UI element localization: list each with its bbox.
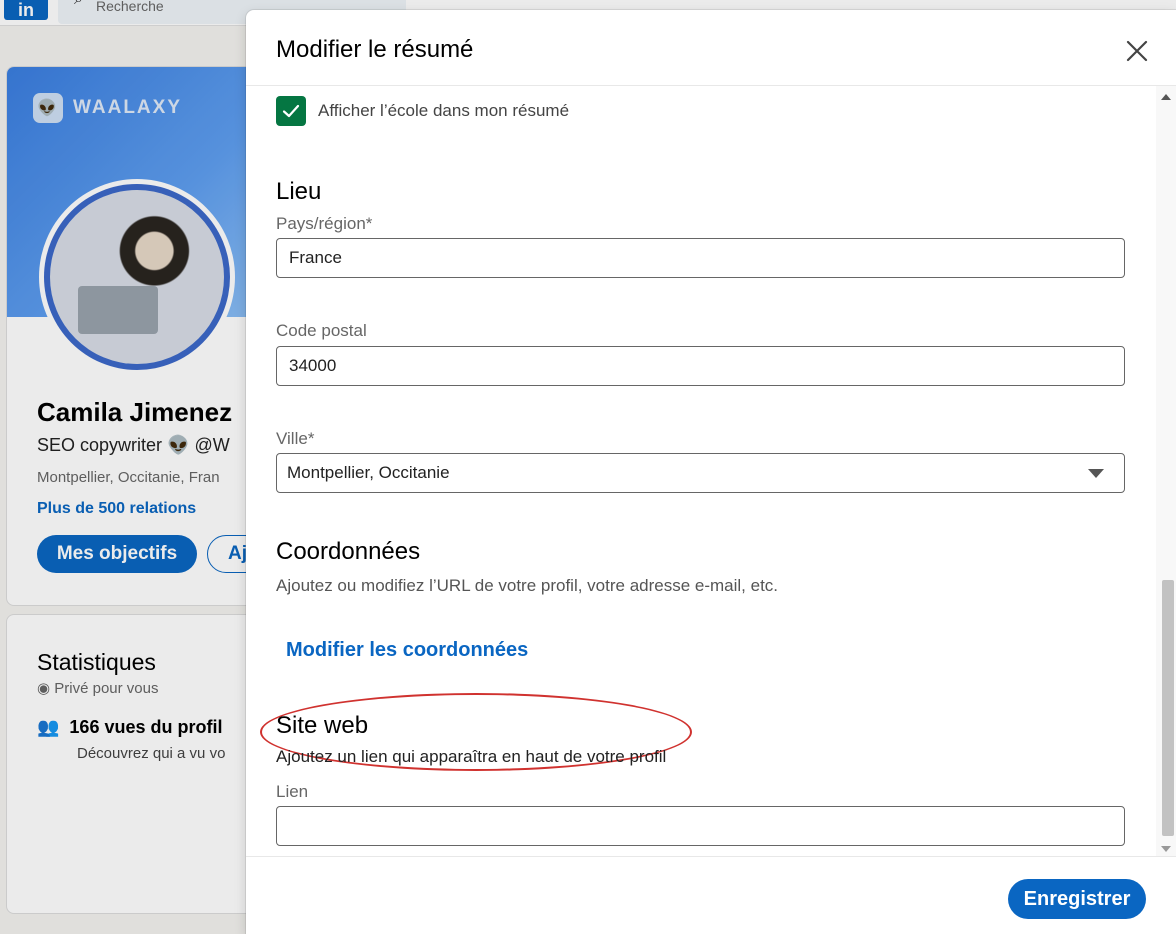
edit-summary-modal: Modifier le résumé Afficher l’école dans… (246, 10, 1176, 934)
close-button[interactable] (1120, 34, 1154, 68)
edit-contact-info-link[interactable]: Modifier les coordonnées (286, 639, 528, 662)
close-icon (1126, 40, 1148, 62)
checkmark-icon (282, 104, 300, 118)
city-label: Ville* (276, 429, 315, 448)
postal-code-label: Code postal (276, 321, 367, 340)
website-link-input[interactable] (276, 806, 1125, 846)
city-select[interactable]: Montpellier, Occitanie (276, 453, 1125, 493)
modal-title: Modifier le résumé (276, 36, 474, 63)
postal-code-input[interactable] (276, 346, 1125, 386)
modal-body: Afficher l’école dans mon résumé Lieu Pa… (246, 86, 1156, 856)
save-button[interactable]: Enregistrer (1008, 879, 1146, 919)
show-school-checkbox[interactable] (276, 96, 306, 126)
scroll-down-arrow-icon[interactable] (1161, 846, 1171, 852)
modal-footer: Enregistrer (246, 856, 1176, 934)
modal-header: Modifier le résumé (246, 10, 1176, 86)
show-school-row[interactable]: Afficher l’école dans mon résumé (276, 96, 569, 126)
website-section-title: Site web (276, 712, 369, 739)
scroll-up-arrow-icon[interactable] (1161, 94, 1171, 100)
contact-section-title: Coordonnées (276, 538, 421, 565)
modal-scrollbar[interactable] (1156, 86, 1176, 856)
contact-description: Ajoutez ou modifiez l’URL de votre profi… (276, 576, 779, 595)
country-label: Pays/région* (276, 214, 373, 233)
website-description: Ajoutez un lien qui apparaîtra en haut d… (276, 747, 667, 766)
city-selected-value: Montpellier, Occitanie (287, 463, 450, 482)
link-label: Lien (276, 782, 309, 801)
dropdown-arrow-icon (1088, 469, 1104, 478)
location-section-title: Lieu (276, 178, 322, 205)
show-school-label: Afficher l’école dans mon résumé (318, 101, 570, 120)
country-input[interactable] (276, 238, 1125, 278)
scroll-thumb[interactable] (1162, 580, 1174, 836)
